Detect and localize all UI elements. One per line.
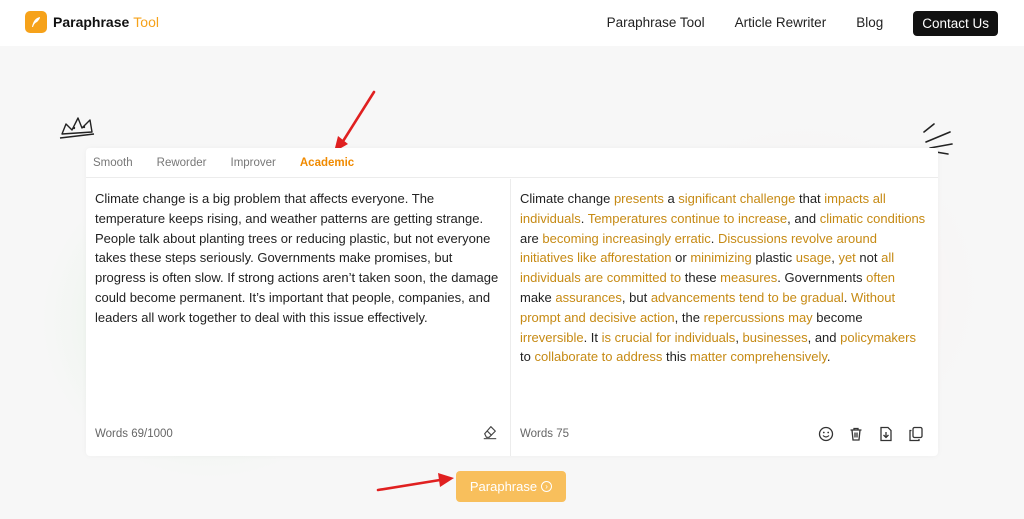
smiley-icon[interactable] (818, 426, 834, 442)
logo-name: Paraphrase (53, 14, 130, 30)
unchanged-phrase: . (843, 289, 852, 305)
unchanged-phrase: , and (807, 329, 841, 345)
tab-academic[interactable]: Academic (300, 157, 354, 169)
red-arrow-icon (376, 473, 454, 492)
output-toolbar (818, 426, 924, 442)
changed-phrase[interactable]: often (866, 270, 895, 285)
output-word-count: Words 75 (520, 428, 570, 440)
input-word-count: Words 69/1000 (95, 428, 173, 440)
unchanged-phrase: or (671, 250, 691, 266)
unchanged-phrase: become (812, 309, 863, 325)
unchanged-phrase: that (795, 191, 825, 206)
changed-phrase[interactable]: minimizing (690, 250, 751, 265)
tab-improver[interactable]: Improver (231, 157, 276, 169)
changed-phrase[interactable]: collaborate to address (534, 349, 662, 364)
tab-smooth[interactable]: Smooth (93, 157, 133, 169)
paraphrase-button-label: Paraphrase (469, 479, 538, 494)
red-arrow-icon (334, 90, 376, 152)
unchanged-phrase: not (855, 250, 882, 266)
logo[interactable]: Paraphrase Tool (25, 11, 159, 33)
changed-phrase[interactable]: advancements tend to be gradual (651, 290, 844, 305)
download-icon[interactable] (878, 426, 894, 442)
nav-article-rewriter[interactable]: Article Rewriter (735, 10, 827, 36)
output-text: Climate change presents a significant ch… (520, 189, 930, 367)
changed-phrase[interactable]: measures (720, 270, 777, 285)
main-nav: Paraphrase Tool Article Rewriter Blog Co… (577, 10, 998, 36)
paraphrase-button[interactable]: Paraphrase › (456, 471, 566, 502)
changed-phrase[interactable]: policymakers (840, 330, 916, 345)
unchanged-phrase: . (710, 230, 718, 246)
unchanged-phrase: , and (787, 210, 820, 226)
changed-phrase[interactable]: is crucial for individuals (602, 330, 736, 345)
unchanged-phrase: this (662, 349, 690, 365)
unchanged-phrase: to (520, 349, 535, 365)
changed-phrase[interactable]: businesses (743, 330, 808, 345)
changed-phrase[interactable]: matter comprehensively (690, 349, 827, 364)
changed-phrase[interactable]: repercussions may (704, 310, 813, 325)
crown-doodle-icon (59, 117, 95, 139)
changed-phrase[interactable]: assurances (555, 290, 621, 305)
trash-icon[interactable] (848, 426, 864, 442)
tab-reworder[interactable]: Reworder (157, 157, 207, 169)
output-pane: Climate change presents a significant ch… (512, 179, 938, 456)
input-pane[interactable]: Climate change is a big problem that aff… (86, 179, 511, 456)
unchanged-phrase: . It (583, 329, 602, 345)
unchanged-phrase: , but (621, 289, 651, 305)
paraphrase-panel: Smooth Reworder Improver Academic Climate c… (86, 148, 938, 456)
unchanged-phrase: , the (674, 309, 704, 325)
input-text[interactable]: Climate change is a big problem that aff… (95, 189, 500, 328)
unchanged-phrase: plastic (751, 250, 796, 266)
changed-phrase[interactable]: climatic conditions (820, 211, 926, 226)
changed-phrase[interactable]: significant challenge (678, 191, 795, 206)
changed-phrase[interactable]: yet (838, 250, 855, 265)
changed-phrase[interactable]: usage (796, 250, 831, 265)
logo-text: Paraphrase Tool (53, 14, 159, 30)
feather-pen-icon (25, 11, 47, 33)
nav-paraphrase-tool[interactable]: Paraphrase Tool (607, 10, 705, 36)
copy-icon[interactable] (908, 426, 924, 442)
unchanged-phrase: . (826, 349, 831, 365)
logo-accent: Tool (133, 14, 159, 30)
nav-blog[interactable]: Blog (856, 10, 883, 36)
contact-us-button[interactable]: Contact Us (913, 10, 998, 36)
mode-tabs: Smooth Reworder Improver Academic (86, 148, 938, 178)
changed-phrase[interactable]: presents (614, 191, 664, 206)
unchanged-phrase: Climate change (520, 191, 614, 206)
changed-phrase[interactable]: becoming increasingly erratic (542, 231, 710, 246)
arrow-right-circle-icon: › (541, 481, 553, 492)
unchanged-phrase: make (520, 289, 556, 305)
eraser-icon[interactable] (482, 424, 498, 440)
changed-phrase[interactable]: Temperatures continue to increase (588, 211, 787, 226)
unchanged-phrase: . (580, 210, 588, 226)
unchanged-phrase: . Governments (777, 270, 867, 286)
unchanged-phrase: are (520, 230, 543, 246)
unchanged-phrase: a (663, 191, 679, 206)
top-navbar: Paraphrase Tool Paraphrase Tool Article R… (0, 0, 1024, 46)
changed-phrase[interactable]: irreversible (520, 330, 584, 345)
unchanged-phrase: these (681, 270, 721, 286)
unchanged-phrase: , (735, 329, 743, 345)
